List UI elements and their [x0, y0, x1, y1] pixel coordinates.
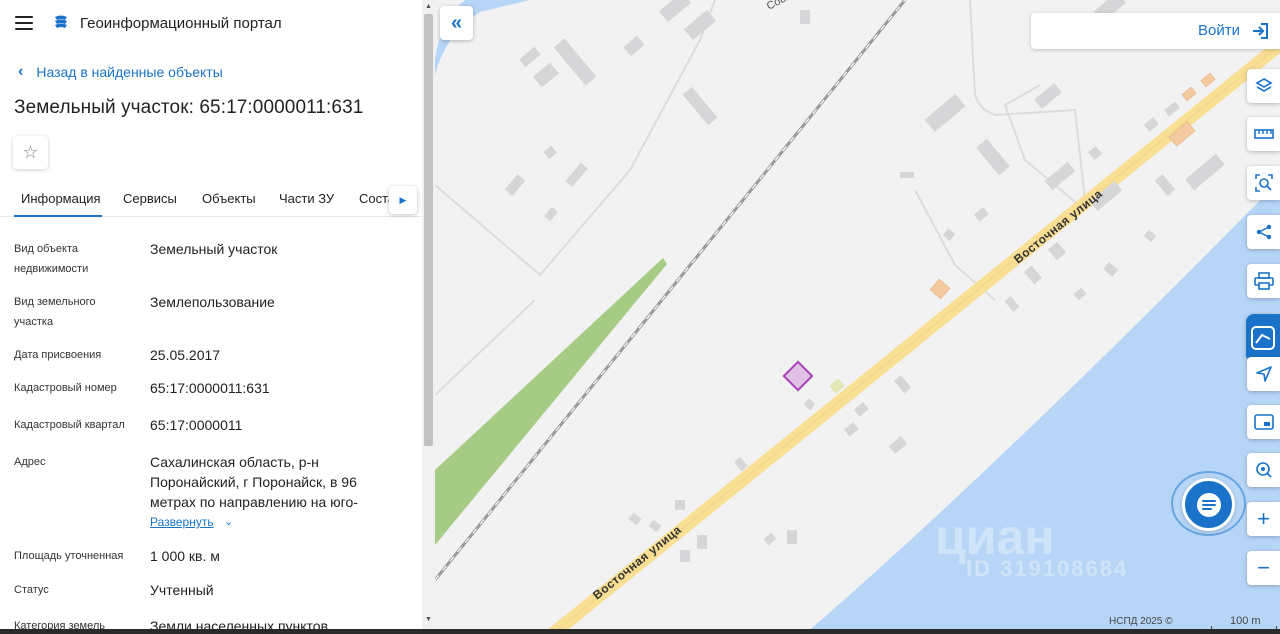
field-label: Вид земельного участка — [14, 296, 96, 328]
star-icon: ☆ — [22, 142, 39, 162]
active-tab-indicator — [14, 215, 102, 217]
selected-parcel — [782, 360, 814, 392]
zoom-out-button[interactable]: − — [1247, 551, 1280, 585]
print-button[interactable] — [1247, 264, 1280, 298]
mark-button[interactable] — [1246, 314, 1280, 362]
chat-button[interactable] — [1182, 478, 1235, 531]
login-button[interactable]: Войти — [1198, 22, 1240, 39]
plus-icon: + — [1257, 506, 1270, 531]
field-value: Сахалинская область, р-н Поронайский, г … — [150, 454, 358, 510]
layers-icon — [1254, 78, 1273, 92]
field-value: Землепользование — [150, 294, 275, 310]
tab-objects[interactable]: Объекты — [202, 191, 256, 206]
scroll-up-arrow[interactable]: ▲ — [425, 3, 432, 10]
green-area — [435, 258, 667, 545]
scroll-thumb[interactable] — [424, 14, 433, 446]
chevron-left-icon: ‹ — [18, 63, 24, 80]
back-link-label: Назад в найденные объекты — [36, 64, 223, 80]
street-label-top: Совх — [765, 0, 794, 13]
search-area-button[interactable] — [1247, 166, 1280, 200]
chevron-down-icon[interactable]: ⌄ — [224, 515, 233, 528]
ruler-button[interactable] — [1247, 117, 1280, 151]
tabs-scroll-right-button[interactable]: ▶ — [389, 186, 417, 214]
geo-search-icon — [1255, 462, 1272, 478]
panel-scrollbar[interactable]: ▲ ▼ — [422, 0, 435, 634]
share-button[interactable] — [1247, 215, 1280, 249]
minimap-icon — [1253, 414, 1274, 430]
back-link[interactable]: ‹ Назад в найденные объекты — [18, 63, 223, 81]
login-icon[interactable] — [1250, 21, 1270, 41]
field-label: Площадь уточненная — [14, 550, 124, 562]
favorite-button[interactable]: ☆ — [13, 136, 48, 169]
tab-information[interactable]: Информация — [21, 191, 101, 206]
field-label: Дата присвоения — [14, 349, 102, 361]
copyright: НСПД 2025 © — [1109, 616, 1173, 627]
layers-button[interactable] — [1247, 69, 1280, 103]
field-value: 1 000 кв. м — [150, 548, 220, 564]
field-label: Статус — [14, 584, 49, 596]
tab-services[interactable]: Сервисы — [123, 191, 177, 206]
scroll-down-arrow[interactable]: ▼ — [425, 616, 432, 623]
watermark-id: ID 319108684 — [966, 556, 1129, 581]
locate-icon — [1255, 366, 1272, 382]
page-title: Земельный участок: 65:17:0000011:631 — [14, 97, 364, 118]
field-label: Вид объекта недвижимости — [14, 243, 89, 275]
share-icon — [1256, 224, 1271, 240]
collapse-panel-button[interactable]: « — [440, 6, 473, 40]
print-icon — [1253, 272, 1274, 290]
chevron-right-icon: ▶ — [399, 194, 407, 205]
portal-logo-icon — [55, 15, 67, 28]
ruler-icon — [1253, 129, 1274, 139]
info-panel: Геоинформационный портал ‹ Назад в найде… — [0, 0, 422, 634]
hamburger-icon[interactable] — [15, 16, 33, 30]
mark-icon — [1251, 326, 1275, 350]
field-label: Кадастровый квартал — [14, 419, 125, 431]
chat-icon — [1196, 492, 1221, 517]
minimap-button[interactable] — [1247, 405, 1280, 439]
field-value: Земельный участок — [150, 241, 278, 257]
field-value: 65:17:0000011 — [150, 417, 243, 433]
street-label-main: Восточная улица — [590, 522, 684, 602]
tab-bar: Информация Сервисы Объекты Части ЗУ Сост… — [0, 184, 422, 217]
minor-road — [435, 0, 716, 277]
field-label: Кадастровый номер — [14, 382, 117, 394]
map-graphics: Восточная улица Восточная улица Совх — [435, 0, 1280, 634]
zoom-in-button[interactable]: + — [1247, 502, 1280, 536]
expand-link[interactable]: Развернуть — [150, 515, 214, 529]
search-area-icon — [1254, 174, 1273, 192]
app-title: Геоинформационный портал — [80, 15, 282, 32]
map-canvas[interactable]: Восточная улица Восточная улица Совх — [435, 0, 1280, 634]
minus-icon: − — [1257, 555, 1270, 580]
field-value: 25.05.2017 — [150, 347, 221, 363]
field-value: 65:17:0000011:631 — [150, 380, 270, 396]
login-bar: Войти — [1031, 13, 1280, 49]
field-label: Адрес — [14, 456, 46, 468]
tab-composition[interactable]: Соста — [359, 191, 389, 206]
double-chevron-left-icon: « — [450, 11, 463, 34]
header: Геоинформационный портал — [0, 0, 422, 48]
field-value: Учтенный — [150, 582, 214, 598]
locate-button[interactable] — [1247, 357, 1280, 391]
tab-parts[interactable]: Части ЗУ — [279, 191, 334, 206]
geo-search-button[interactable] — [1247, 453, 1280, 487]
bottom-strip — [0, 629, 1280, 634]
